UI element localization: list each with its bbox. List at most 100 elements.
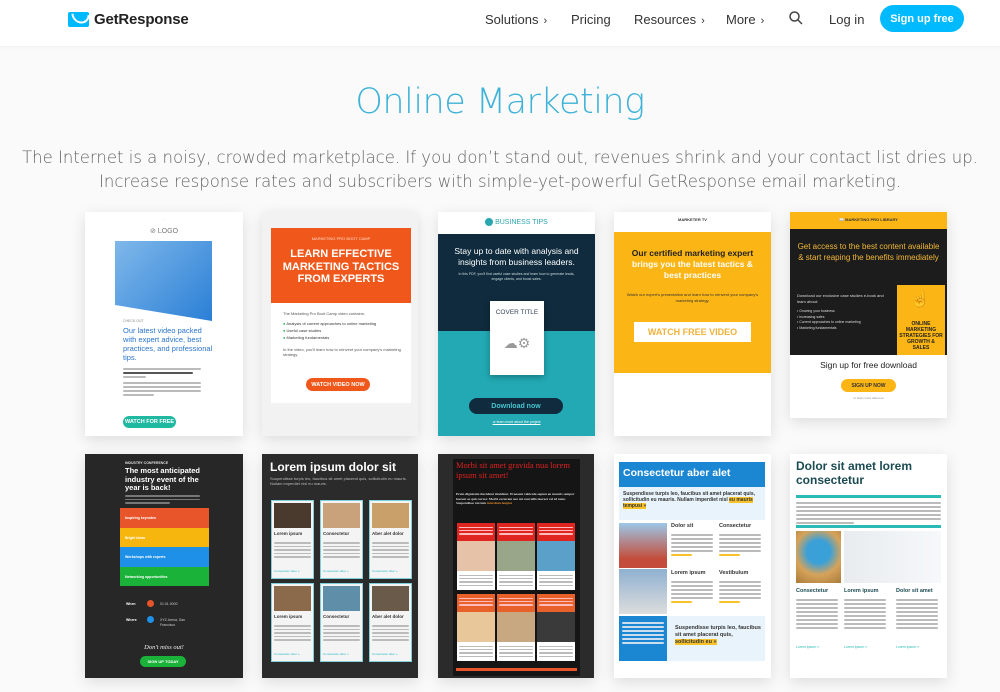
watch-video-now-button[interactable]: WATCH VIDEO NOW <box>306 378 370 391</box>
template-card-business-tips[interactable]: BUSINESS TIPS Stay up to date with analy… <box>438 212 595 436</box>
headline: The most anticipated industry event of t… <box>125 466 201 492</box>
brand-logo[interactable]: GetResponse <box>68 11 189 28</box>
article-text <box>459 644 493 659</box>
watch-free-video-button[interactable]: WATCH FREE VIDEO <box>634 322 751 342</box>
template-card-checkout-video[interactable]: ····· ⊘ LOGO CHECK OUT Our latest video … <box>85 212 243 436</box>
article-tile[interactable]: Lorem ipsum Consectetur aber » <box>271 583 314 662</box>
article-text <box>323 540 360 560</box>
brand-label: 📖 MARKETING PRO LIBRARY <box>790 217 947 222</box>
body-text: Proin dignissim tincidunt tincidunt. Pra… <box>456 492 578 506</box>
article-photo <box>537 612 575 642</box>
article-link[interactable]: Lorem ipsum » <box>796 645 819 649</box>
article-text <box>796 597 838 631</box>
learn-more-link[interactable]: or learn more about us <box>790 396 947 400</box>
watch-for-free-button[interactable]: WATCH FOR FREE <box>123 416 176 428</box>
tile-header <box>457 523 495 541</box>
article-tile[interactable] <box>497 523 535 590</box>
intro-text: Download our exclusive case studies e-bo… <box>797 293 884 304</box>
article-tile[interactable]: Lorem ipsum Consectetur aber » <box>271 500 314 579</box>
article-tile[interactable] <box>497 594 535 661</box>
book-icon: 📖 <box>839 217 845 222</box>
headline: Our certified marketing expert <box>631 248 754 258</box>
article-photo <box>497 541 535 571</box>
feature-row: Bright ideas <box>120 527 209 547</box>
template-card-dolor-teal[interactable]: Dolor sit amet lorem consectetur Consect… <box>790 454 947 678</box>
article-text <box>719 532 761 558</box>
article-link[interactable]: Consectetur aber » <box>372 569 398 573</box>
bullet-text: Analysis of current approaches to online… <box>286 321 377 326</box>
brand-label: MARKETER TV <box>678 217 707 222</box>
search-icon[interactable] <box>788 10 804 26</box>
hero-photo <box>115 241 212 321</box>
headline: Get access to the best content available… <box>797 242 940 262</box>
learn-more-link[interactable]: or learn more about the project <box>438 420 595 424</box>
photo-runner <box>619 523 667 568</box>
article-tile[interactable] <box>457 523 495 590</box>
headline: Consectetur aber alet <box>623 467 731 479</box>
article-tile[interactable]: Consectetur Consectetur aber » <box>320 500 363 579</box>
when-value: 01.01.0000 <box>160 602 178 606</box>
article-link[interactable]: Consectetur aber » <box>274 652 300 656</box>
article-title: Consectetur <box>719 523 752 529</box>
header-banner: Consectetur aber alet <box>619 462 765 487</box>
article-link[interactable]: Consectetur aber » <box>372 652 398 656</box>
template-card-lorem-grid[interactable]: Lorem ipsum dolor sit Suspendisse turpis… <box>262 454 418 678</box>
login-link[interactable]: Log in <box>829 12 864 27</box>
where-value: XYZ Arena, San Francisco <box>160 618 186 627</box>
template-card-industry-conference[interactable]: INDUSTRY CONFERENCE The most anticipated… <box>85 454 243 678</box>
article-title: Aber alet dolor <box>372 531 404 536</box>
bullet-item: ● Useful case studies <box>283 327 376 334</box>
article-tile[interactable]: Aber alet dolor Consectetur aber » <box>369 583 412 662</box>
footer-link[interactable]: sollicitudin eu » <box>675 639 717 645</box>
nav-item-pricing[interactable]: Pricing <box>571 12 611 27</box>
tagline: Don't miss out! <box>144 644 184 651</box>
article-tile[interactable] <box>537 523 575 590</box>
tile-header <box>457 594 495 612</box>
article-photo <box>372 586 409 611</box>
download-now-button[interactable]: Download now <box>469 398 563 414</box>
body-text: Watch our expert's presentation and lear… <box>626 292 759 303</box>
ebook-title: ONLINE MARKETING STRATEGIES FOR GROWTH &… <box>899 321 943 351</box>
nav-item-resources[interactable]: Resources › <box>634 12 705 27</box>
tile-header <box>497 594 535 612</box>
article-photo <box>457 612 495 642</box>
divider <box>796 525 941 528</box>
signup-button[interactable]: Sign up free <box>880 5 964 32</box>
article-link[interactable]: Lorem ipsum » <box>844 645 867 649</box>
article-tile[interactable] <box>457 594 495 661</box>
sign-up-now-button[interactable]: SIGN UP NOW <box>841 379 896 392</box>
bullet-text: Growing your business <box>799 309 835 313</box>
photo-strategy <box>844 531 941 583</box>
article-text <box>323 623 360 643</box>
nav-label: Resources <box>634 12 697 27</box>
pointer-hand-icon: ☝ <box>910 291 930 308</box>
template-card-boot-camp[interactable]: MARKETING PRO BOOT CAMP LEARN EFFECTIVE … <box>262 212 418 436</box>
cta-title: Sign up for free download <box>820 360 917 370</box>
nav-item-solutions[interactable]: Solutions › <box>485 12 547 27</box>
headline: Lorem ipsum dolor sit <box>270 460 397 474</box>
nav-label: More <box>726 12 756 27</box>
article-tile[interactable]: Aber alet dolor Consectetur aber » <box>369 500 412 579</box>
article-link[interactable]: Lorem ipsum » <box>896 645 919 649</box>
check-icon: ● <box>283 328 286 333</box>
feature-list: Inspiring keynotes Bright ideas Workshop… <box>120 508 209 586</box>
article-tile[interactable] <box>537 594 575 661</box>
subtitle-line: The Internet is a noisy, crowded marketp… <box>22 148 978 167</box>
nav-item-more[interactable]: More › <box>726 12 764 27</box>
template-card-consectetur-blue[interactable]: Consectetur aber alet Suspendisse turpis… <box>614 454 771 678</box>
body-link[interactable]: interdum feugiat <box>487 501 512 505</box>
article-tile[interactable]: Consectetur Consectetur aber » <box>320 583 363 662</box>
template-card-marketer-tv[interactable]: MARKETER TV Our certified marketing expe… <box>614 212 771 436</box>
feature-row: Workshops with experts <box>120 547 209 567</box>
article-text <box>719 579 761 605</box>
sign-up-today-button[interactable]: SIGN UP TODAY <box>140 656 186 667</box>
chevron-right-icon: › <box>543 15 548 27</box>
template-card-morbi-gravida[interactable]: Morbi sit amet gravida nua lorem ipsum s… <box>438 454 594 678</box>
article-link[interactable]: Consectetur aber » <box>274 569 300 573</box>
footer-copy: Suspendisse turpis leo, faucibus sit ame… <box>675 625 761 638</box>
article-link[interactable]: Consectetur aber » <box>323 652 349 656</box>
feature-label: Networking opportunities <box>125 574 168 579</box>
article-photo <box>457 541 495 571</box>
template-card-pro-library[interactable]: 📖 MARKETING PRO LIBRARY Get access to th… <box>790 212 947 418</box>
article-link[interactable]: Consectetur aber » <box>323 569 349 573</box>
